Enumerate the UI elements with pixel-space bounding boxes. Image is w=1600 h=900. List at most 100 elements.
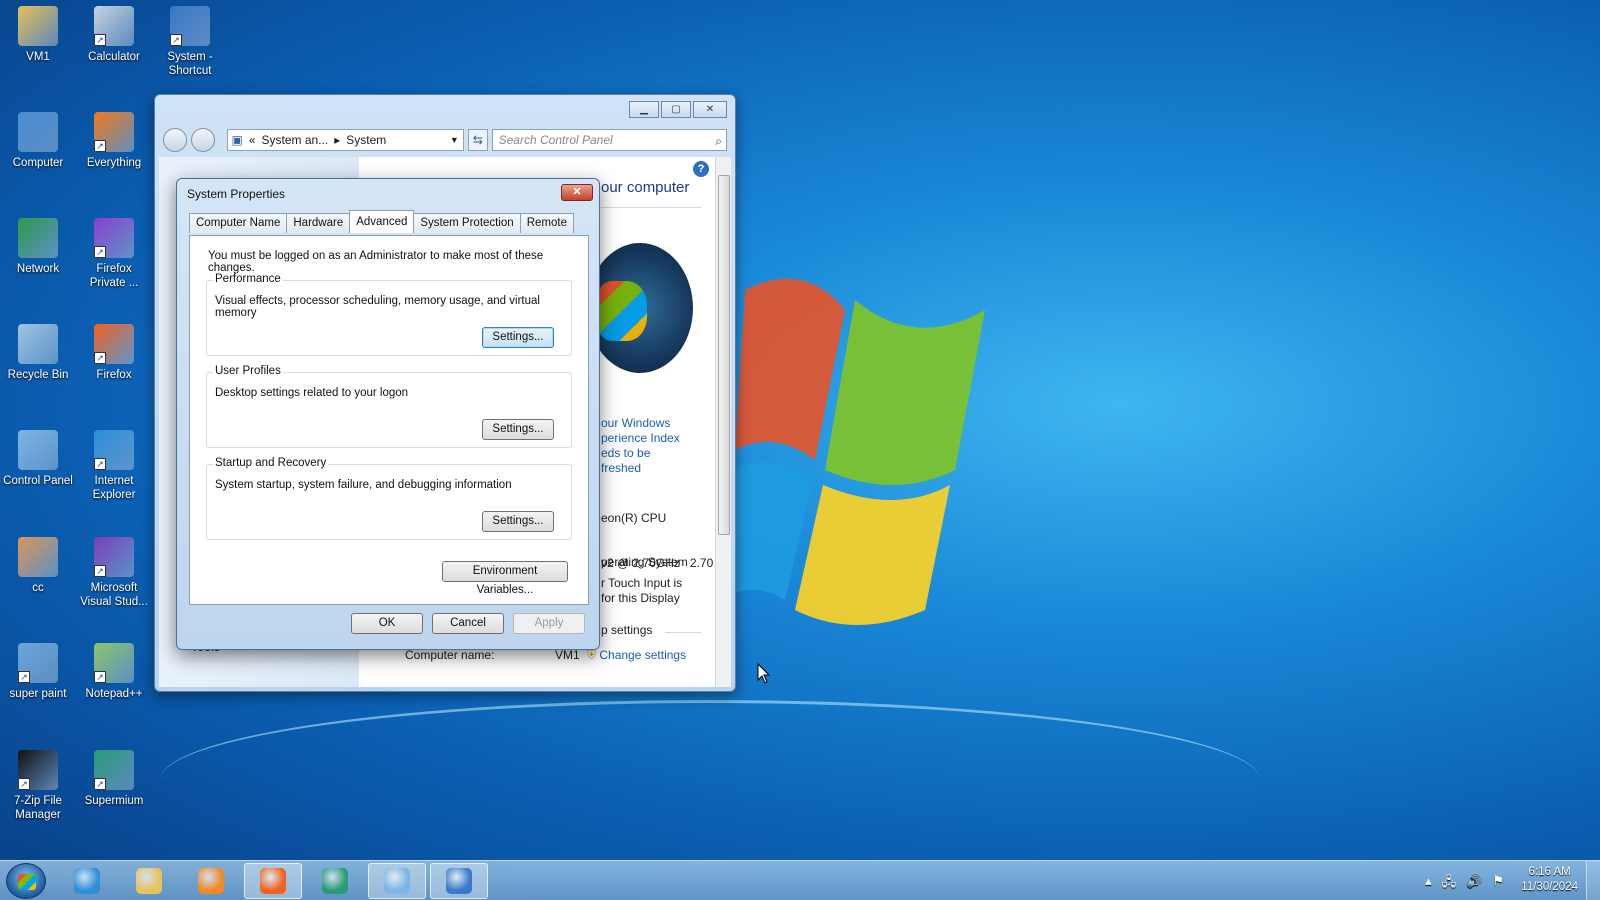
tab-system-protection[interactable]: System Protection: [413, 213, 521, 233]
desktop-icon-label: Computer: [12, 157, 64, 169]
notepadpp-icon: ↗: [94, 643, 134, 683]
breadcrumb-item-system[interactable]: System: [346, 133, 386, 147]
taskbar-item-system-properties[interactable]: [430, 863, 488, 899]
scrollbar-thumb[interactable]: [718, 175, 730, 535]
taskbar-item-internet-explorer[interactable]: [58, 863, 116, 899]
desktop-icon-calculator[interactable]: ↗ Calculator: [76, 6, 152, 64]
show-desktop-button[interactable]: [1586, 861, 1600, 900]
breadcrumb-item-system-and-security[interactable]: System an...: [262, 133, 329, 147]
desktop-icon-network-globe[interactable]: Network: [0, 218, 76, 276]
desktop-icon-supermium[interactable]: ↗ Supermium: [76, 750, 152, 808]
back-button[interactable]: [163, 128, 187, 152]
admin-notice: You must be logged on as an Administrato…: [208, 250, 544, 274]
desktop-icon-notepadpp[interactable]: ↗ Notepad++: [76, 643, 152, 701]
network-tray-icon[interactable]: 🖧: [1442, 873, 1457, 895]
vertical-scrollbar[interactable]: [715, 157, 731, 687]
windows-experience-index-link[interactable]: our Windows perience Index eds to be fre…: [601, 416, 680, 476]
firefox-icon: [260, 868, 286, 894]
dialog-close-button[interactable]: ✕: [561, 184, 593, 201]
internet-explorer-icon: [74, 868, 100, 894]
show-hidden-icons-icon[interactable]: ▴: [1425, 873, 1432, 895]
firefox-private-icon: ↗: [94, 218, 134, 258]
desktop-icon-label: System - Shortcut: [167, 51, 213, 77]
change-settings-link[interactable]: ⛨ Change settings: [587, 648, 686, 663]
shortcut-arrow-icon: ↗: [94, 246, 106, 258]
startup-recovery-group: Startup and Recovery System startup, sys…: [206, 457, 572, 540]
clock-date: 11/30/2024: [1521, 881, 1578, 893]
clock-time: 6:16 AM: [1528, 866, 1571, 878]
desktop-icon-image-file[interactable]: cc: [0, 537, 76, 595]
wei-link-line: perience Index: [601, 431, 680, 445]
apply-button[interactable]: Apply: [513, 613, 585, 634]
supermium-icon: ↗: [94, 750, 134, 790]
desktop-icon-visual-studio[interactable]: ↗ Microsoft Visual Stud...: [76, 537, 152, 609]
performance-settings-button[interactable]: Settings...: [482, 327, 554, 348]
desktop-icon-label: Network: [16, 263, 60, 275]
divider: [601, 207, 701, 208]
user-profiles-group: User Profiles Desktop settings related t…: [206, 365, 572, 448]
computer-icon: [18, 112, 58, 152]
minimize-button[interactable]: ▁: [629, 101, 659, 118]
clock[interactable]: 6:16 AM 11/30/2024: [1521, 865, 1578, 895]
desktop-icon-computer[interactable]: Computer: [0, 112, 76, 170]
performance-group: Performance Visual effects, processor sc…: [206, 273, 572, 356]
maximize-button[interactable]: ▢: [661, 101, 691, 118]
address-dropdown-icon[interactable]: ▼: [450, 135, 459, 145]
taskbar-item-supermium[interactable]: [306, 863, 364, 899]
tab-remote[interactable]: Remote: [519, 213, 574, 233]
volume-icon[interactable]: 🔊: [1466, 873, 1482, 895]
taskbar-item-file-explorer[interactable]: [120, 863, 178, 899]
shortcut-arrow-icon: ↗: [94, 778, 106, 790]
desktop-icon-seven-zip[interactable]: ↗ 7-Zip File Manager: [0, 750, 76, 822]
page-heading: our computer: [601, 179, 690, 196]
tab-advanced[interactable]: Advanced: [349, 210, 415, 233]
search-icon[interactable]: ⌕: [715, 131, 722, 151]
desktop-icon-label: Calculator: [88, 51, 140, 63]
search-input[interactable]: Search Control Panel ⌕: [491, 129, 727, 151]
wei-link-line: eds to be: [601, 446, 651, 460]
wallpaper-light-beam: [160, 700, 1260, 860]
computer-name-section-heading: p settings: [601, 623, 653, 637]
tab-hardware[interactable]: Hardware: [286, 213, 351, 233]
user-profiles-settings-button[interactable]: Settings...: [482, 419, 554, 440]
desktop-icon-control-panel[interactable]: Control Panel: [0, 430, 76, 488]
breadcrumb-prefix: «: [248, 133, 256, 147]
control-panel-small-icon: ▣: [231, 133, 243, 147]
network-globe-icon: [18, 218, 58, 258]
startup-recovery-settings-button[interactable]: Settings...: [482, 511, 554, 532]
start-button[interactable]: [6, 863, 46, 899]
taskbar-item-media-player[interactable]: [182, 863, 240, 899]
control-panel-icon: [18, 430, 58, 470]
system-properties-dialog[interactable]: System Properties ✕ Computer Name Hardwa…: [176, 178, 600, 650]
shortcut-arrow-icon: ↗: [18, 778, 30, 790]
pen-touch-line: r Touch Input is: [601, 576, 683, 590]
desktop-icon-internet-explorer[interactable]: ↗ Internet Explorer: [76, 430, 152, 502]
taskbar-item-firefox[interactable]: [244, 863, 302, 899]
desktop-icon-firefox-private[interactable]: ↗ Firefox Private ...: [76, 218, 152, 290]
environment-variables-button[interactable]: Environment Variables...: [442, 561, 568, 596]
desktop-icon-paint[interactable]: ↗ super paint: [0, 643, 76, 701]
uac-shield-icon: ⛨: [587, 648, 597, 662]
change-settings-label: Change settings: [599, 648, 687, 662]
tab-computer-name[interactable]: Computer Name: [189, 213, 288, 233]
desktop-icon-label: Internet Explorer: [92, 475, 136, 501]
desktop-icon-label: Firefox: [96, 369, 132, 381]
forward-button[interactable]: [190, 128, 215, 152]
cancel-button[interactable]: Cancel: [432, 613, 504, 634]
desktop-icon-label: Firefox Private ...: [89, 263, 139, 289]
desktop-icon-recycle-bin[interactable]: Recycle Bin: [0, 324, 76, 382]
desktop-icon-firefox[interactable]: ↗ Firefox: [76, 324, 152, 382]
shortcut-arrow-icon: ↗: [94, 565, 106, 577]
close-button[interactable]: ✕: [693, 101, 727, 118]
desktop-icon-folder-user[interactable]: VM1: [0, 6, 76, 64]
action-center-flag-icon[interactable]: ⚑: [1492, 873, 1504, 895]
desktop-icon-system-monitor[interactable]: ↗ System - Shortcut: [152, 6, 228, 78]
address-bar[interactable]: ▣ « System an... ▸ System ▼: [226, 129, 464, 151]
shortcut-arrow-icon: ↗: [94, 140, 106, 152]
desktop-icon-everything-search[interactable]: ↗ Everything: [76, 112, 152, 170]
ok-button[interactable]: OK: [351, 613, 423, 634]
taskbar-item-control-panel[interactable]: [368, 863, 426, 899]
refresh-button[interactable]: ⇆: [467, 129, 488, 151]
help-icon[interactable]: ?: [693, 161, 709, 177]
everything-search-icon: ↗: [94, 112, 134, 152]
